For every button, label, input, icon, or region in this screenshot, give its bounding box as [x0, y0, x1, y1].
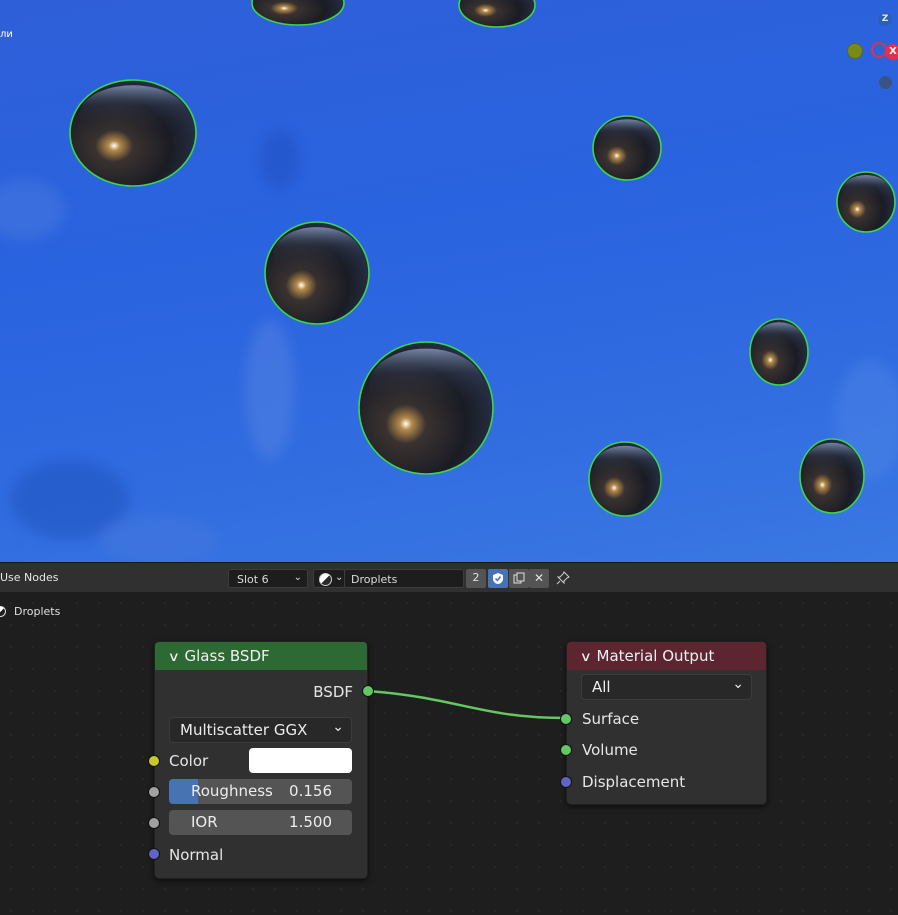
droplet-object[interactable] [264, 221, 370, 325]
chevron-down-icon: ⌄ [293, 572, 302, 583]
material-sphere-icon [319, 573, 332, 586]
volume-label: Volume [582, 741, 638, 759]
material-output-node-header[interactable]: ∨ Material Output [567, 642, 766, 670]
output-target-dropdown[interactable]: All ⌄ [581, 674, 752, 700]
displacement-label: Displacement [582, 773, 686, 791]
normal-input-socket[interactable] [148, 848, 160, 860]
droplet-object[interactable] [749, 318, 809, 386]
navigation-gizmo[interactable]: Z X [840, 8, 898, 98]
chevron-down-icon: ⌄ [335, 572, 344, 583]
collapse-chevron-icon[interactable]: ∨ [168, 644, 180, 672]
material-output-title: Material Output [596, 647, 715, 665]
close-icon: ✕ [533, 571, 545, 585]
material-name-field[interactable]: Droplets [344, 569, 464, 588]
bsdf-output-socket[interactable] [362, 685, 374, 697]
fake-user-button[interactable] [488, 569, 508, 588]
ior-input-socket[interactable] [148, 817, 160, 829]
displacement-input-socket[interactable] [560, 776, 572, 788]
droplet-objects [69, 0, 896, 517]
copy-icon [513, 572, 525, 584]
surface-input-socket[interactable] [560, 713, 572, 725]
material-name: Droplets [351, 573, 398, 586]
droplet-object[interactable] [592, 115, 662, 181]
viewport-scene [0, 0, 898, 562]
viewport-label: ли [0, 29, 13, 40]
glass-bsdf-title: Glass BSDF [184, 647, 270, 665]
roughness-input-socket[interactable] [148, 786, 160, 798]
gizmo-x-axis[interactable]: X [885, 44, 898, 60]
use-nodes-label[interactable]: Use Nodes [0, 571, 59, 584]
gizmo-z-axis[interactable]: Z [878, 12, 892, 26]
droplet-object[interactable] [836, 171, 896, 233]
output-target-value: All [592, 678, 611, 696]
glass-bsdf-node-header[interactable]: ∨ Glass BSDF [155, 642, 367, 670]
droplet-object[interactable] [251, 0, 345, 26]
chevron-down-icon: ⌄ [332, 719, 344, 735]
node-editor-canvas[interactable]: Droplets ∨ Glass BSDF BSDF Multiscatter G… [0, 592, 898, 915]
pin-icon [556, 571, 570, 585]
chevron-down-icon: ⌄ [732, 676, 744, 692]
unlink-material-button[interactable]: ✕ [529, 569, 549, 588]
ior-label: IOR [191, 813, 218, 831]
bsdf-output-label: BSDF [313, 683, 353, 701]
surface-label: Surface [582, 710, 640, 728]
material-browse-button[interactable]: ⌄ [313, 569, 345, 588]
droplet-object[interactable] [588, 441, 662, 517]
droplet-object[interactable] [458, 0, 536, 28]
collapse-chevron-icon[interactable]: ∨ [580, 644, 592, 672]
droplet-object[interactable] [799, 438, 865, 514]
slot-dropdown[interactable]: Slot 6 ⌄ [228, 569, 308, 588]
node-editor-header: Use Nodes Slot 6 ⌄ ⌄ Droplets 2 ✕ [0, 562, 898, 592]
material-output-node[interactable]: ∨ Material Output All ⌄ Surface Volume Di… [560, 641, 767, 805]
roughness-label: Roughness [191, 782, 273, 800]
user-count-button[interactable]: 2 [466, 569, 486, 588]
pin-button[interactable] [556, 569, 574, 588]
droplet-object[interactable] [69, 79, 197, 187]
color-swatch[interactable] [249, 748, 352, 773]
color-input-socket[interactable] [148, 755, 160, 767]
ior-value: 1.500 [289, 813, 332, 831]
duplicate-material-button[interactable] [509, 569, 529, 588]
ior-field[interactable]: IOR 1.500 [169, 810, 352, 835]
distribution-value: Multiscatter GGX [180, 721, 308, 739]
link-bsdf-to-surface[interactable] [367, 689, 568, 720]
gizmo-y-axis[interactable] [847, 43, 863, 59]
distribution-dropdown[interactable]: Multiscatter GGX ⌄ [169, 717, 352, 743]
droplet-object[interactable] [358, 341, 494, 475]
gizmo-negative-z-axis[interactable] [879, 76, 892, 89]
3d-viewport[interactable]: ли Z X [0, 0, 898, 562]
glass-bsdf-node[interactable]: ∨ Glass BSDF BSDF Multiscatter GGX ⌄ Colo… [148, 641, 374, 879]
shield-icon [493, 573, 503, 584]
normal-label: Normal [169, 846, 224, 864]
color-label: Color [169, 752, 209, 770]
slot-value: Slot 6 [237, 573, 269, 586]
roughness-slider[interactable]: Roughness 0.156 [169, 779, 352, 804]
volume-input-socket[interactable] [560, 744, 572, 756]
roughness-value: 0.156 [289, 782, 332, 800]
